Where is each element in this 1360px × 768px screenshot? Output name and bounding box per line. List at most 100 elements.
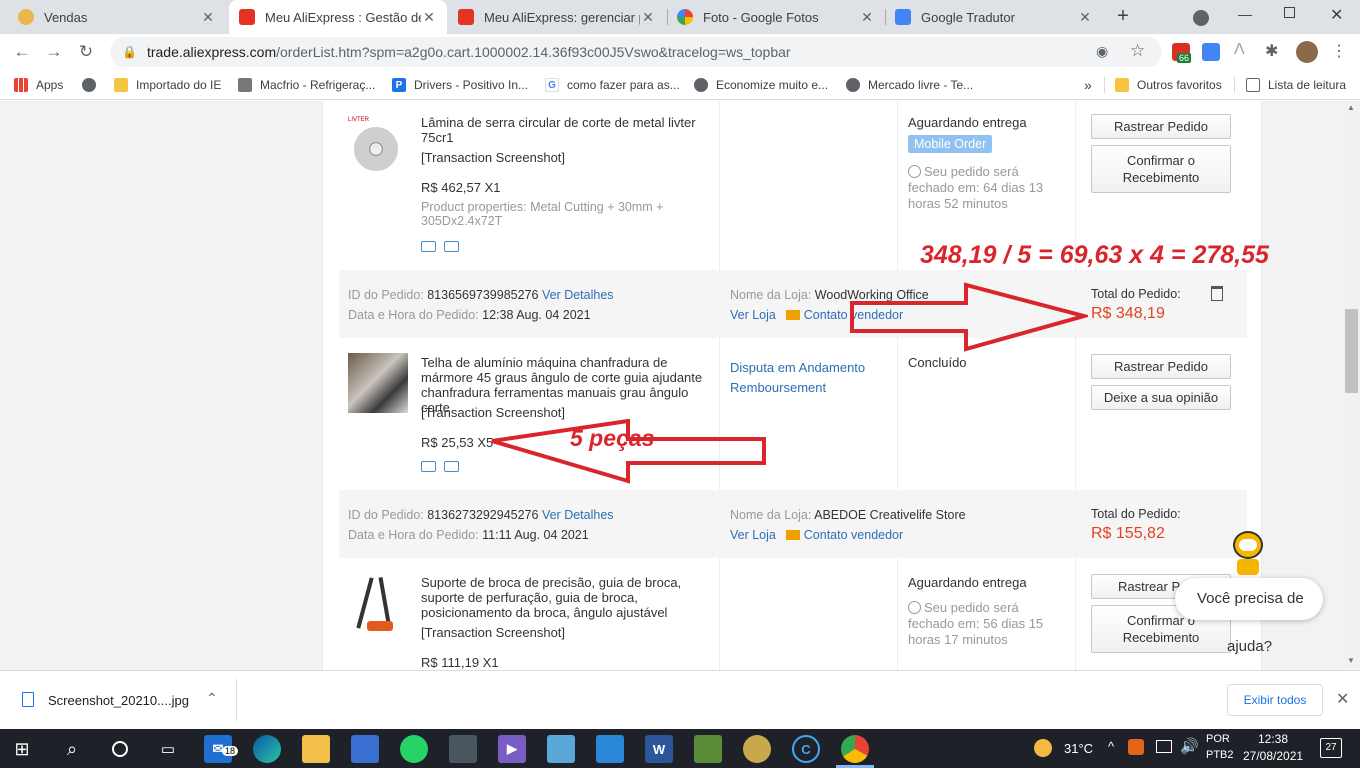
clock-date[interactable]: 27/08/2021 xyxy=(1243,749,1303,763)
scrollbar-thumb[interactable] xyxy=(1345,309,1358,393)
whatsapp-icon[interactable] xyxy=(400,735,428,763)
bookmark-como-fazer[interactable]: Gcomo fazer para as... xyxy=(545,76,680,94)
media-player-icon[interactable]: ▶ xyxy=(498,735,526,763)
bookmark-economize[interactable]: Economize muito e... xyxy=(694,76,828,94)
file-explorer-icon[interactable] xyxy=(302,735,330,763)
product-thumbnail-saw-blade[interactable]: LIVTER xyxy=(348,117,408,177)
chevron-up-icon[interactable]: ⌃ xyxy=(206,690,218,707)
bookmark-mercado-livre[interactable]: Mercado livre - Te... xyxy=(846,76,973,94)
ccleaner-icon[interactable]: C xyxy=(792,735,820,763)
view-store-link[interactable]: Ver Loja xyxy=(730,528,776,542)
weather-sun-icon[interactable] xyxy=(1034,739,1052,757)
keyboard-layout[interactable]: PTB2 xyxy=(1206,749,1234,761)
chat-bubble[interactable]: Você precisa de xyxy=(1175,578,1323,620)
paint-icon[interactable] xyxy=(743,735,771,763)
scroll-down-arrow-icon[interactable]: ▼ xyxy=(1347,656,1355,665)
bookmark-globe[interactable] xyxy=(82,76,104,94)
address-bar[interactable]: 🔒 trade.aliexpress.com/orderList.htm?spm… xyxy=(110,37,1162,67)
more-bookmarks-chevron[interactable]: » xyxy=(1084,76,1092,94)
bookmark-star-icon[interactable]: ☆ xyxy=(1130,41,1145,61)
tab-google-fotos[interactable]: Foto - Google Fotos ✕ xyxy=(667,0,885,34)
back-arrow-icon[interactable]: ← xyxy=(8,38,36,66)
chrome-icon[interactable] xyxy=(841,735,869,763)
minimize-icon[interactable]: — xyxy=(1238,6,1252,22)
notification-center-icon[interactable]: 27 xyxy=(1320,738,1342,758)
input-language[interactable]: POR xyxy=(1206,733,1230,745)
bookmark-apps[interactable]: Apps xyxy=(14,76,63,94)
clock-time[interactable]: 12:38 xyxy=(1258,732,1288,746)
volume-icon[interactable]: 🔊 xyxy=(1180,737,1199,755)
view-details-link[interactable]: Ver Detalhes xyxy=(542,508,614,522)
product-title[interactable]: Suporte de broca de precisão, guia de br… xyxy=(421,575,711,620)
google-translate-icon xyxy=(895,9,911,25)
tab-google-tradutor[interactable]: Google Tradutor ✕ xyxy=(885,0,1103,34)
download-filename[interactable]: Screenshot_20210....jpg xyxy=(48,693,189,708)
product-title[interactable]: Lâmina de serra circular de corte de met… xyxy=(421,115,711,145)
control-panel-icon[interactable] xyxy=(596,735,624,763)
notepad-icon[interactable] xyxy=(547,735,575,763)
truck-icon[interactable] xyxy=(421,461,436,472)
translate-extension-icon[interactable] xyxy=(1202,43,1220,61)
restore-icon[interactable] xyxy=(1284,7,1295,18)
chat-robot-avatar[interactable] xyxy=(1229,531,1267,577)
tab-aliexpress-gestao[interactable]: Meu AliExpress : Gestão de p ✕ xyxy=(229,0,447,34)
transaction-screenshot-link[interactable]: [Transaction Screenshot] xyxy=(421,405,565,420)
page-scrollbar[interactable]: ▲ ▼ xyxy=(1343,101,1360,670)
metamask-tray-icon[interactable] xyxy=(1128,739,1144,755)
card-icon[interactable] xyxy=(444,241,459,252)
calculator-icon[interactable] xyxy=(449,735,477,763)
microsoft-store-icon[interactable] xyxy=(351,735,379,763)
tool-app-icon[interactable] xyxy=(694,735,722,763)
close-download-bar-icon[interactable]: ✕ xyxy=(1336,689,1349,709)
leave-feedback-button[interactable]: Deixe a sua opinião xyxy=(1091,385,1231,410)
track-order-button[interactable]: Rastrear Pedido xyxy=(1091,354,1231,379)
extensions-puzzle-icon[interactable]: ✱ xyxy=(1265,41,1278,61)
product-thumbnail-chamfer-tool[interactable] xyxy=(348,353,408,413)
tracking-blocked-eye-icon[interactable]: ◉ xyxy=(1096,43,1108,60)
search-icon[interactable]: ⌕ xyxy=(58,735,86,763)
contact-seller-link[interactable]: Contato vendedor xyxy=(804,528,903,542)
new-tab-plus-icon[interactable]: + xyxy=(1110,5,1136,29)
profile-avatar[interactable] xyxy=(1296,41,1318,63)
view-details-link[interactable]: Ver Detalhes xyxy=(542,288,614,302)
network-icon[interactable] xyxy=(1156,740,1172,753)
close-tab-icon[interactable]: ✕ xyxy=(200,9,216,26)
bookmark-outros-favoritos[interactable]: Outros favoritos xyxy=(1115,76,1222,94)
menu-kebab-icon[interactable]: ⋮ xyxy=(1331,41,1347,61)
tray-chevron-icon[interactable]: ^ xyxy=(1108,739,1114,754)
edge-browser-icon[interactable] xyxy=(253,735,281,763)
bookmark-lista-leitura[interactable]: Lista de leitura xyxy=(1246,76,1346,94)
word-icon[interactable]: W xyxy=(645,735,673,763)
tab-vendas[interactable]: Vendas ✕ xyxy=(8,0,226,34)
close-tab-icon[interactable]: ✕ xyxy=(859,9,875,26)
product-thumbnail-drill-guide[interactable] xyxy=(353,573,403,635)
close-tab-icon[interactable]: ✕ xyxy=(640,9,656,26)
bookmark-drivers-positivo[interactable]: P Drivers - Positivo In... xyxy=(392,76,528,94)
track-order-button[interactable]: Rastrear Pedido xyxy=(1091,114,1231,139)
extension-a-icon[interactable]: Λ xyxy=(1234,41,1245,59)
trash-icon[interactable] xyxy=(1211,286,1223,301)
tab-aliexpress-gerenciar[interactable]: Meu AliExpress: gerenciar pe ✕ xyxy=(448,0,666,34)
transaction-screenshot-link[interactable]: [Transaction Screenshot] xyxy=(421,625,565,640)
close-tab-icon[interactable]: ✕ xyxy=(421,9,437,26)
task-view-icon[interactable]: ▭ xyxy=(154,735,182,763)
bookmark-macfrio[interactable]: Macfrio - Refrigeraç... xyxy=(238,76,375,94)
weather-temperature[interactable]: 31°C xyxy=(1064,741,1093,756)
scroll-up-arrow-icon[interactable]: ▲ xyxy=(1347,103,1355,112)
transaction-screenshot-link[interactable]: [Transaction Screenshot] xyxy=(421,150,565,165)
reload-icon[interactable]: ↻ xyxy=(72,38,100,66)
forward-arrow-icon[interactable]: → xyxy=(40,38,68,66)
show-all-downloads-button[interactable]: Exibir todos xyxy=(1227,684,1323,716)
confirm-receipt-button[interactable]: Confirmar o Recebimento xyxy=(1091,145,1231,193)
reimbursement-link[interactable]: Remboursement xyxy=(730,380,826,395)
close-tab-icon[interactable]: ✕ xyxy=(1077,9,1093,26)
dispute-link[interactable]: Disputa em Andamento xyxy=(730,360,865,375)
tab-search-chevron-icon[interactable] xyxy=(1193,10,1209,26)
bookmark-importado-ie[interactable]: Importado do IE xyxy=(114,76,221,94)
card-icon[interactable] xyxy=(444,461,459,472)
view-store-link[interactable]: Ver Loja xyxy=(730,308,776,322)
cortana-icon[interactable] xyxy=(106,735,134,763)
close-window-icon[interactable]: ✕ xyxy=(1330,5,1343,25)
windows-start-icon[interactable]: ⊞ xyxy=(8,735,36,763)
truck-icon[interactable] xyxy=(421,241,436,252)
